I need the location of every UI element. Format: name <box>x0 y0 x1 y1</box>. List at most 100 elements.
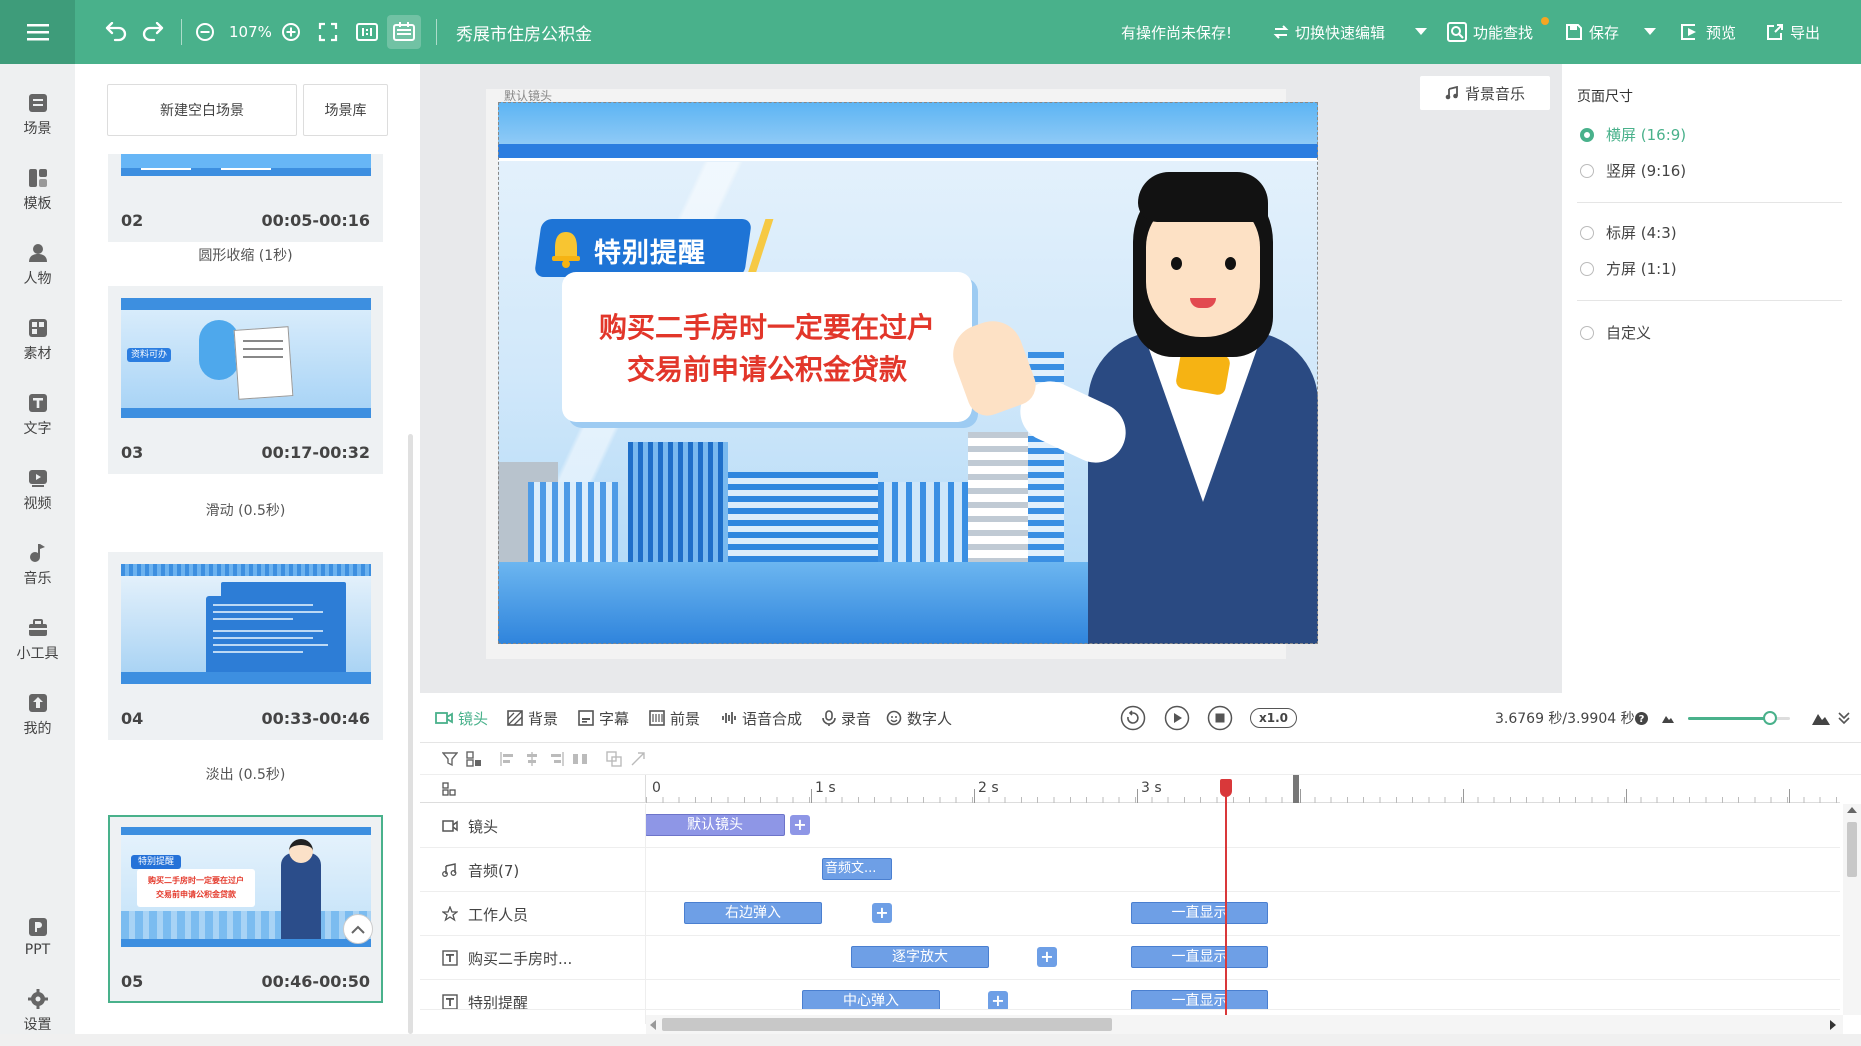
zoom-large-icon-wrap[interactable] <box>1812 693 1830 743</box>
track-label[interactable]: 工作人员 <box>442 892 528 936</box>
banner-title[interactable]: 特别提醒 <box>594 231 706 270</box>
scene-card-02[interactable]: 02 00:05-00:16 <box>108 154 383 242</box>
headline-box[interactable] <box>562 272 972 422</box>
zoom-out-button[interactable] <box>195 0 215 64</box>
sidebar-item-template[interactable]: 模板 <box>0 155 75 225</box>
scene-card-05[interactable]: 特别提醒 购买二手房时一定要在过户 交易前申请公积金贷款 05 00:46-00… <box>108 815 383 1003</box>
scenes-scrollbar[interactable] <box>408 434 413 1034</box>
zoom-small-icon-wrap[interactable] <box>1662 693 1674 743</box>
project-title[interactable]: 秀展市住房公积金 <box>456 0 592 64</box>
sidebar-item-toolbox[interactable]: 小工具 <box>0 605 75 675</box>
sidebar-item-music[interactable]: 音乐 <box>0 530 75 600</box>
track-label[interactable]: 镜头 <box>442 804 498 848</box>
add-clip-button[interactable]: + <box>988 991 1008 1009</box>
filter-icon[interactable] <box>442 751 458 767</box>
radio-landscape[interactable]: 横屏 (16:9) <box>1580 124 1686 145</box>
feature-search-button[interactable]: 功能查找 <box>1447 0 1533 64</box>
tab-camera[interactable]: 镜头 <box>435 693 488 743</box>
align-left-icon[interactable] <box>500 751 516 767</box>
sidebar-item-scene[interactable]: 场景 <box>0 80 75 150</box>
scroll-right-icon[interactable] <box>1829 1020 1837 1030</box>
tab-background[interactable]: 背景 <box>507 693 558 743</box>
stop-button[interactable] <box>1207 693 1233 743</box>
help-icon-wrap[interactable]: ? <box>1635 693 1648 743</box>
speed-button[interactable]: x1.0 <box>1250 693 1297 743</box>
track-label[interactable]: 特别提醒 <box>442 980 528 1009</box>
scroll-left-icon[interactable] <box>649 1020 657 1030</box>
scene-card-04[interactable]: 04 00:33-00:46 <box>108 552 383 740</box>
group-icon[interactable] <box>466 751 482 767</box>
sidebar-item-video[interactable]: 视频 <box>0 455 75 525</box>
play-button[interactable] <box>1164 693 1190 743</box>
menu-button[interactable] <box>0 0 75 64</box>
transition-label[interactable]: 圆形收缩 (1秒) <box>108 245 383 265</box>
timeline-clip[interactable]: 一直显示 <box>1131 990 1268 1009</box>
settings-icon <box>27 988 48 1009</box>
transition-label[interactable]: 淡出 (0.5秒) <box>108 764 383 784</box>
scene-card-03[interactable]: 资料可办 03 00:17-00:32 <box>108 286 383 474</box>
distribute-icon[interactable] <box>572 751 588 767</box>
timeline-clip[interactable]: 右边弹入 <box>684 902 822 924</box>
save-button[interactable]: 保存 <box>1565 0 1619 64</box>
align-center-icon[interactable] <box>524 751 540 767</box>
sidebar-item-text[interactable]: 文字 <box>0 380 75 450</box>
switch-edit-dropdown[interactable] <box>1415 0 1427 64</box>
tab-subtitle[interactable]: 字幕 <box>578 693 629 743</box>
sidebar-item-material[interactable]: 素材 <box>0 305 75 375</box>
tab-foreground[interactable]: 前景 <box>649 693 700 743</box>
add-clip-button[interactable]: + <box>1037 947 1057 967</box>
add-clip-button[interactable]: + <box>790 815 810 835</box>
replay-button[interactable] <box>1120 693 1146 743</box>
sidebar-item-my[interactable]: 我的 <box>0 680 75 750</box>
timeline-hscroll[interactable] <box>646 1015 1843 1034</box>
preview-button[interactable]: 预览 <box>1680 0 1736 64</box>
scene-library-button[interactable]: 场景库 <box>303 84 388 136</box>
switch-edit-button[interactable]: 切换快速编辑 <box>1273 0 1385 64</box>
export-button[interactable]: 导出 <box>1766 0 1820 64</box>
transition-label[interactable]: 滑动 (0.5秒) <box>108 500 383 520</box>
end-marker[interactable] <box>1293 775 1299 803</box>
new-blank-scene-button[interactable]: 新建空白场景 <box>107 84 297 136</box>
add-clip-button[interactable]: + <box>872 903 892 923</box>
timeline-ruler[interactable]: 0 1 s 2 s 3 s <box>420 775 1840 803</box>
timeline-clip[interactable]: 中心弹入 <box>802 990 940 1009</box>
radio-standard[interactable]: 标屏 (4:3) <box>1580 222 1677 243</box>
track-label[interactable]: 购买二手房时... <box>442 936 572 980</box>
slider-knob[interactable] <box>1762 711 1777 725</box>
timeline-clip[interactable]: 音频文... <box>822 858 892 880</box>
timeline-zoom-slider[interactable] <box>1688 711 1790 725</box>
scroll-up-icon[interactable] <box>1847 806 1857 814</box>
sidebar-item-settings[interactable]: 设置 <box>0 976 75 1046</box>
align-right-icon[interactable] <box>548 751 564 767</box>
scene-canvas[interactable]: 特别提醒 购买二手房时一定要在过户 交易前申请公积金贷款 <box>498 102 1318 644</box>
ruler-toggle-button[interactable] <box>387 0 421 64</box>
scroll-top-button[interactable] <box>343 914 373 944</box>
sidebar-item-ppt[interactable]: PPT <box>0 902 75 972</box>
sidebar-item-person[interactable]: 人物 <box>0 230 75 300</box>
radio-portrait[interactable]: 竖屏 (9:16) <box>1580 160 1686 181</box>
collapse-timeline-button[interactable] <box>1838 693 1850 743</box>
timeline-clip[interactable]: 逐字放大 <box>851 946 989 968</box>
copy-icon[interactable] <box>606 751 622 767</box>
timeline-clip[interactable]: 一直显示 <box>1131 902 1268 924</box>
tab-record[interactable]: 录音 <box>822 693 871 743</box>
radio-custom[interactable]: 自定义 <box>1580 322 1651 343</box>
timeline-clip[interactable]: 一直显示 <box>1131 946 1268 968</box>
tab-tts[interactable]: 语音合成 <box>721 693 802 743</box>
save-dropdown[interactable] <box>1644 0 1656 64</box>
headline-line1[interactable]: 购买二手房时一定要在过户 <box>562 306 972 346</box>
fullscreen-button[interactable] <box>318 0 338 64</box>
track-label[interactable]: 音频(7) <box>442 848 519 892</box>
headline-line2[interactable]: 交易前申请公积金贷款 <box>562 348 972 388</box>
fit-button[interactable] <box>356 0 378 64</box>
undo-button[interactable] <box>104 0 128 64</box>
timeline-clip[interactable]: 默认镜头 <box>645 814 785 836</box>
zoom-in-button[interactable] <box>281 0 301 64</box>
bg-music-button[interactable]: 背景音乐 <box>1420 76 1550 110</box>
redo-button[interactable] <box>141 0 165 64</box>
radio-square[interactable]: 方屏 (1:1) <box>1580 258 1677 279</box>
tab-digital-human[interactable]: 数字人 <box>886 693 952 743</box>
paste-icon[interactable] <box>630 751 646 767</box>
timeline-vscroll[interactable] <box>1843 804 1861 1015</box>
ppt-icon <box>28 917 47 936</box>
